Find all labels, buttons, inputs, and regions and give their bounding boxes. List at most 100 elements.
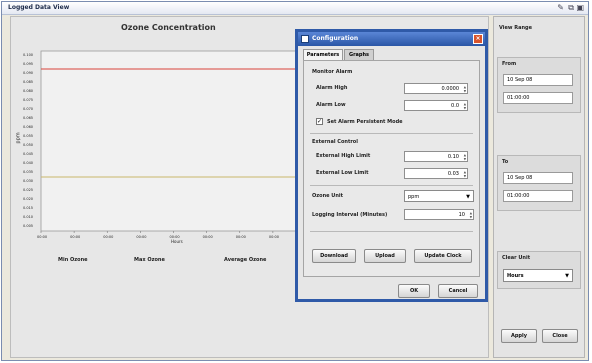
parameters-panel: Monitor Alarm Alarm High 0.0000 ▲ ▼ Alarm… [303,60,480,277]
ozone-unit-label: Ozone Unit [312,193,344,199]
persistent-mode-label: Set Alarm Persistent Mode [327,119,403,125]
spinner-icon[interactable]: ▲ ▼ [464,170,466,178]
external-high-label: External High Limit [316,153,371,159]
average-ozone-label: Average Ozone [224,257,267,263]
view-range-panel: View Range From 10 Sep 08 01:00:00 To 10… [493,16,585,358]
y-tick-label: 0.065 [23,116,34,120]
view-range-title: View Range [499,25,533,31]
y-tick-label: 0.095 [23,62,34,66]
configuration-dialog: Configuration × Parameters Graphs Monito… [295,29,488,302]
y-tick-label: 0.035 [23,170,34,174]
x-tick-label: 00:00 [268,235,279,239]
clear-unit-select[interactable]: Hours ▼ [503,269,573,282]
spinner-icon[interactable]: ▲ ▼ [464,102,466,110]
alarm-high-field[interactable]: 0.0000 ▲ ▼ [404,83,468,94]
monitor-alarm-heading: Monitor Alarm [312,69,353,75]
x-axis-label: Hours [171,239,183,244]
y-tick-label: 0.015 [23,206,34,210]
y-tick-label: 0.055 [23,134,34,138]
to-date-input[interactable]: 10 Sep 08 [503,172,573,184]
y-tick-label: 0.030 [23,179,34,183]
restore-icon[interactable]: ⧉ [568,3,574,13]
y-tick-label: 0.070 [23,107,34,111]
alarm-low-field[interactable]: 0.0 ▲ ▼ [404,100,468,111]
to-time-input[interactable]: 01:00:00 [503,190,573,202]
to-group: To 10 Sep 08 01:00:00 [497,155,581,211]
cancel-button[interactable]: Cancel [438,284,478,298]
download-button[interactable]: Download [312,249,356,263]
x-tick-label: 00:00 [136,235,147,239]
divider [310,133,473,134]
external-high-value: 0.10 [447,154,459,160]
dialog-title: Configuration [312,35,359,42]
external-low-field[interactable]: 0.03 ▲ ▼ [404,168,468,179]
apply-button[interactable]: Apply [501,329,537,343]
external-low-label: External Low Limit [316,170,369,176]
divider [310,185,473,186]
persistent-mode-checkbox[interactable]: ✓ [316,118,323,125]
alarm-high-label: Alarm High [316,85,348,91]
y-tick-label: 0.025 [23,188,34,192]
maximize-icon[interactable]: ▣ [576,3,584,12]
clear-unit-label: Clear Unit [502,255,531,261]
y-tick-label: 0.005 [23,224,34,228]
y-axis-label: ppm [15,132,22,144]
from-label: From [502,61,517,67]
y-tick-label: 0.075 [23,98,34,102]
min-ozone-label: Min Ozone [58,257,88,263]
ozone-unit-select[interactable]: ppm ▼ [404,190,474,202]
dialog-titlebar: Configuration × [298,32,485,46]
tab-parameters[interactable]: Parameters [303,49,343,60]
ok-button[interactable]: OK [398,284,430,298]
y-tick-label: 0.020 [23,197,34,201]
window-titlebar: Logged Data View ✎ ⧉ ▣ [2,2,588,15]
from-time-input[interactable]: 01:00:00 [503,92,573,104]
y-tick-label: 0.080 [23,89,34,93]
external-high-field[interactable]: 0.10 ▲ ▼ [404,151,468,162]
y-tick-label: 0.040 [23,161,34,165]
close-icon[interactable]: × [473,34,483,44]
alarm-low-label: Alarm Low [316,102,346,108]
update-clock-button[interactable]: Update Clock [414,249,472,263]
spinner-icon[interactable]: ▲ ▼ [470,211,472,219]
spinner-icon[interactable]: ▲ ▼ [464,85,466,93]
y-tick-label: 0.085 [23,80,34,84]
x-tick-label: 00:00 [70,235,81,239]
max-ozone-label: Max Ozone [134,257,165,263]
window-title: Logged Data View [8,4,70,11]
x-tick-label: 00:00 [235,235,246,239]
divider [310,231,473,232]
external-control-heading: External Control [312,139,358,145]
chevron-down-icon: ▼ [466,194,470,200]
x-tick-label: 00:00 [202,235,213,239]
y-tick-label: 0.090 [23,71,34,75]
logging-interval-label: Logging Interval (Minutes) [312,212,388,218]
upload-button[interactable]: Upload [364,249,406,263]
clear-unit-group: Clear Unit Hours ▼ [497,251,581,289]
ozone-unit-value: ppm [408,194,420,200]
alarm-high-value: 0.0000 [441,86,460,92]
clear-unit-value: Hours [507,273,524,279]
y-tick-label: 0.010 [23,215,34,219]
logging-interval-field[interactable]: 10 ▲ ▼ [404,209,474,220]
from-group: From 10 Sep 08 01:00:00 [497,57,581,113]
spinner-icon[interactable]: ▲ ▼ [464,153,466,161]
external-low-value: 0.03 [447,171,459,177]
y-tick-label: 0.060 [23,125,34,129]
tab-graphs[interactable]: Graphs [344,49,374,60]
edit-icon[interactable]: ✎ [557,3,564,12]
y-tick-label: 0.045 [23,152,34,156]
y-tick-label: 0.100 [23,53,34,57]
chevron-down-icon: ▼ [565,273,569,279]
y-tick-label: 0.050 [23,143,34,147]
plot-area [40,50,307,232]
to-label: To [502,159,509,165]
close-button[interactable]: Close [542,329,578,343]
from-date-input[interactable]: 10 Sep 08 [503,74,573,86]
logging-interval-value: 10 [458,212,465,218]
alarm-low-value: 0.0 [451,103,459,109]
app-icon [301,35,309,43]
x-tick-label: 00:00 [37,235,48,239]
logged-data-window: Logged Data View ✎ ⧉ ▣ Ozone Concentrati… [1,1,589,361]
x-tick-label: 00:00 [103,235,114,239]
